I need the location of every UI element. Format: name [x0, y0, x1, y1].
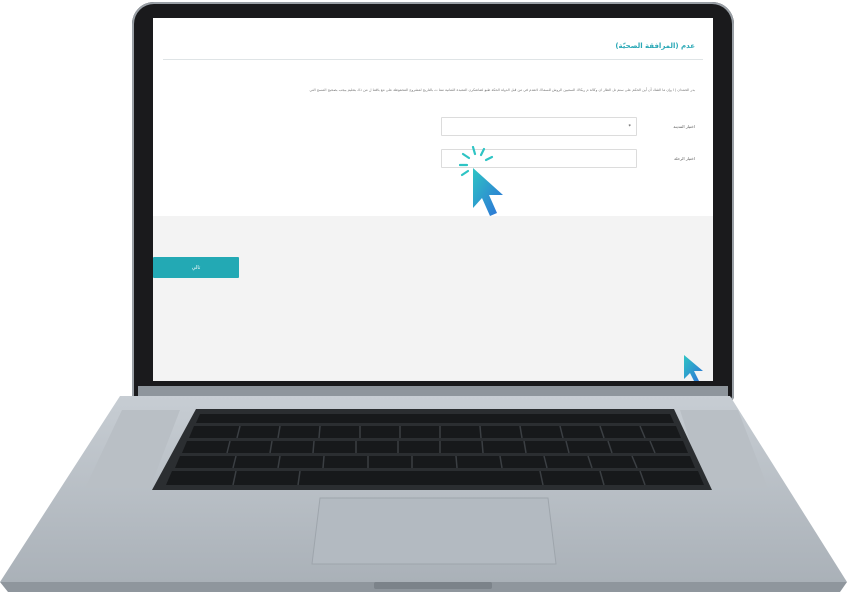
title-divider	[163, 59, 703, 60]
laptop-screen: عدم (المرافقة الصحيّة) بدر الحمدان إ ا و…	[153, 18, 713, 381]
intro-text: بدر الحمدان إ ا وإن ما الشك أن أين الحكم…	[309, 88, 695, 92]
corner-pointer-icon	[684, 355, 703, 381]
laptop-mockup: عدم (المرافقة الصحيّة) بدر الحمدان إ ا و…	[0, 0, 847, 595]
pointer-cursor-icon	[459, 146, 503, 216]
city-field-label: اختيار المدينة	[673, 124, 695, 129]
city-input[interactable]	[441, 117, 637, 136]
next-button[interactable]: تالي	[153, 257, 239, 278]
trip-field-label: اختيار الرحلة	[674, 156, 695, 161]
page-title: عدم (المرافقة الصحيّة)	[615, 42, 695, 50]
laptop-base	[0, 386, 847, 592]
form-panel: عدم (المرافقة الصحيّة) بدر الحمدان إ ا و…	[153, 18, 713, 216]
